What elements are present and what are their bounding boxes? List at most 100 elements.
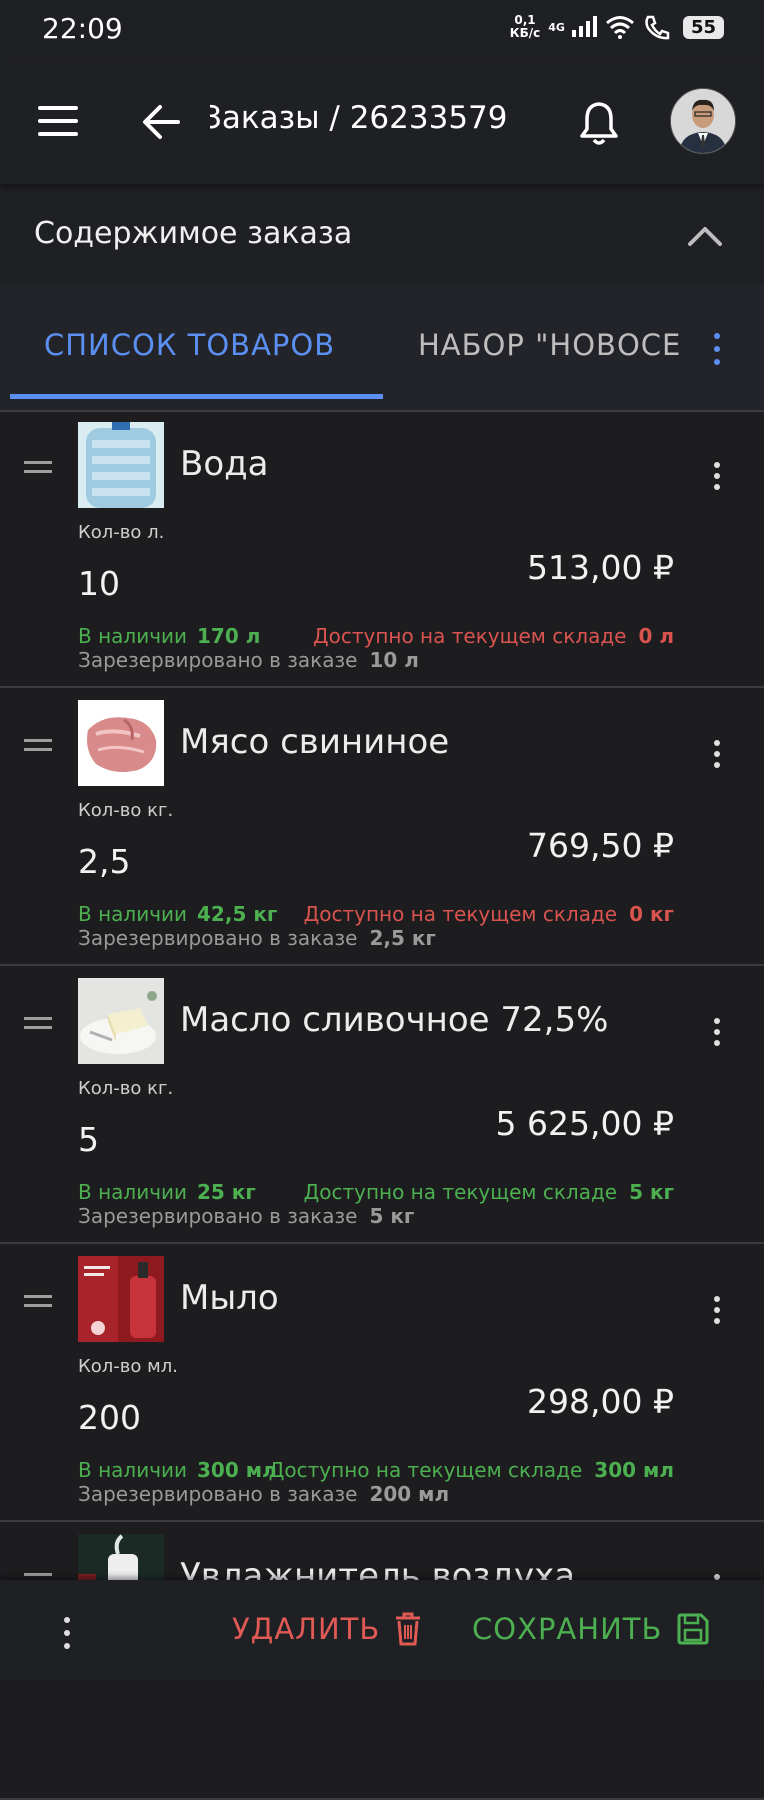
product-thumbnail	[78, 1256, 164, 1342]
soap-image	[78, 1256, 164, 1342]
in-stock: В наличии 42,5 кг	[78, 902, 277, 926]
in-stock-value: 300 мл	[197, 1458, 277, 1482]
product-item[interactable]: Вода Кол-во л. 10 513,00 ₽ В наличии 170 …	[0, 410, 764, 688]
avatar-person-icon	[671, 89, 735, 153]
delete-button-label: УДАЛИТЬ	[232, 1612, 381, 1646]
quantity-value[interactable]: 5	[78, 1120, 99, 1159]
more-vertical-icon[interactable]	[713, 1018, 721, 1046]
signal-icon	[571, 16, 597, 37]
reserved-in-order: Зарезервировано в заказе 2,5 кг	[78, 926, 436, 950]
water-bottle-image	[78, 422, 164, 508]
save-floppy-icon	[677, 1613, 709, 1645]
more-vertical-icon[interactable]	[712, 332, 722, 366]
product-item[interactable]: Масло сливочное 72,5% Кол-во кг. 5 5 625…	[0, 966, 764, 1244]
tab-product-list[interactable]: СПИСОК ТОВАРОВ	[44, 328, 335, 362]
save-button[interactable]: СОХРАНИТЬ	[472, 1612, 710, 1646]
in-stock: В наличии 25 кг	[78, 1180, 256, 1204]
net-speed: 0,1 КБ/с	[510, 14, 540, 40]
quantity-label: Кол-во мл.	[78, 1356, 178, 1377]
status-time: 22:09	[42, 12, 123, 45]
in-stock-label: В наличии	[78, 1458, 188, 1482]
tab-bar: СПИСОК ТОВАРОВ НАБОР "НОВОСЕ	[0, 284, 764, 412]
product-name: Масло сливочное 72,5%	[180, 1000, 609, 1040]
in-stock-label: В наличии	[78, 624, 188, 648]
quantity-value[interactable]: 10	[78, 564, 120, 603]
more-vertical-icon[interactable]	[713, 740, 721, 768]
drag-handle-icon[interactable]	[24, 1294, 52, 1308]
wifi-call-icon	[645, 15, 670, 40]
in-stock-value: 42,5 кг	[197, 902, 278, 926]
net-speed-unit: КБ/с	[509, 26, 541, 40]
page-title: Заказы / 26233579	[210, 100, 515, 136]
quantity-label: Кол-во кг.	[78, 800, 174, 821]
reserved-label: Зарезервировано в заказе	[78, 648, 358, 672]
network-type: 4G	[548, 20, 565, 34]
available-label: Доступно на текущем складе	[312, 624, 627, 648]
reserved-value: 200 мл	[369, 1482, 450, 1506]
wifi-icon	[605, 16, 634, 39]
quantity-value[interactable]: 2,5	[78, 842, 130, 881]
more-vertical-icon[interactable]	[713, 462, 721, 490]
delete-button[interactable]: УДАЛИТЬ	[232, 1612, 422, 1646]
more-vertical-icon[interactable]	[713, 1296, 721, 1324]
reserved-value: 10 л	[369, 648, 419, 672]
notification-bell-icon[interactable]	[578, 100, 620, 146]
product-price: 5 625,00 ₽	[495, 1104, 674, 1143]
page-title-text: Заказы / 26233579	[210, 100, 508, 136]
in-stock-label: В наличии	[78, 1180, 188, 1204]
butter-image	[78, 978, 164, 1064]
reserved-value: 2,5 кг	[369, 926, 436, 950]
available-stock: Доступно на текущем складе 0 л	[313, 624, 674, 648]
available-label: Доступно на текущем складе	[303, 1180, 618, 1204]
reserved-in-order: Зарезервировано в заказе 10 л	[78, 648, 419, 672]
product-thumbnail	[78, 978, 164, 1064]
product-price: 513,00 ₽	[527, 548, 674, 587]
menu-icon[interactable]	[38, 104, 80, 138]
battery-indicator: 55	[682, 15, 724, 39]
reserved-label: Зарезервировано в заказе	[78, 1482, 358, 1506]
more-vertical-icon[interactable]	[62, 1616, 72, 1650]
pork-image	[78, 700, 164, 786]
avatar[interactable]	[670, 88, 736, 154]
quantity-label: Кол-во л.	[78, 522, 165, 543]
reserved-value: 5 кг	[369, 1204, 415, 1228]
product-name: Мыло	[180, 1278, 279, 1318]
status-icons: 0,1 КБ/с 4G 55	[510, 14, 724, 40]
active-tab-indicator	[10, 394, 383, 399]
available-value: 5 кг	[629, 1180, 674, 1204]
reserved-in-order: Зарезервировано в заказе 200 мл	[78, 1482, 449, 1506]
available-label: Доступно на текущем складе	[268, 1458, 583, 1482]
app-bar: Заказы / 26233579	[0, 60, 764, 184]
available-label: Доступно на текущем складе	[303, 902, 618, 926]
status-bar: 22:09 0,1 КБ/с 4G 55	[0, 0, 764, 60]
product-item[interactable]: Мясо свининое Кол-во кг. 2,5 769,50 ₽ В …	[0, 688, 764, 966]
product-item[interactable]: Мыло Кол-во мл. 200 298,00 ₽ В наличии 30…	[0, 1244, 764, 1522]
tab-set[interactable]: НАБОР "НОВОСЕ	[418, 328, 688, 362]
available-stock: Доступно на текущем складе 300 мл	[269, 1458, 674, 1482]
section-title: Содержимое заказа	[34, 216, 353, 251]
product-name: Вода	[180, 444, 269, 484]
product-thumbnail	[78, 422, 164, 508]
reserved-in-order: Зарезервировано в заказе 5 кг	[78, 1204, 414, 1228]
product-name: Мясо свининое	[180, 722, 450, 762]
drag-handle-icon[interactable]	[24, 1016, 52, 1030]
save-button-label: СОХРАНИТЬ	[472, 1612, 663, 1646]
available-stock: Доступно на текущем складе 0 кг	[304, 902, 674, 926]
available-value: 300 мл	[594, 1458, 674, 1482]
reserved-label: Зарезервировано в заказе	[78, 1204, 358, 1228]
chevron-up-icon[interactable]	[688, 226, 722, 246]
quantity-value[interactable]: 200	[78, 1398, 141, 1437]
in-stock-label: В наличии	[78, 902, 188, 926]
in-stock-value: 170 л	[197, 624, 261, 648]
product-thumbnail	[78, 700, 164, 786]
drag-handle-icon[interactable]	[24, 460, 52, 474]
back-arrow-icon[interactable]	[142, 104, 182, 140]
drag-handle-icon[interactable]	[24, 738, 52, 752]
in-stock: В наличии 300 мл	[78, 1458, 277, 1482]
in-stock: В наличии 170 л	[78, 624, 260, 648]
quantity-label: Кол-во кг.	[78, 1078, 174, 1099]
order-contents-header[interactable]: Содержимое заказа	[0, 184, 764, 284]
product-price: 298,00 ₽	[527, 1382, 674, 1421]
available-value: 0 л	[638, 624, 674, 648]
bottom-action-bar: УДАЛИТЬ СОХРАНИТЬ	[0, 1580, 764, 1680]
